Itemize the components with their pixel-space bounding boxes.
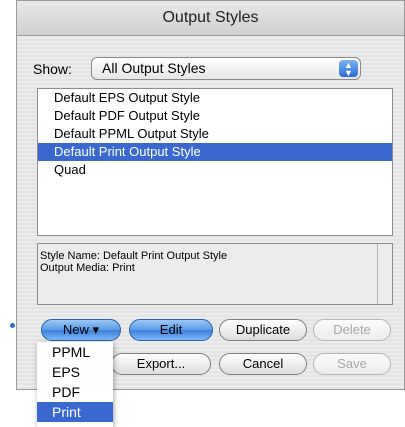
edit-button[interactable]: Edit	[129, 319, 213, 341]
output-styles-window: Output Styles Show: All Output Styles ▲ ▼…	[16, 0, 405, 390]
menu-item-print[interactable]: Print	[37, 402, 113, 422]
list-item[interactable]: Default EPS Output Style	[38, 89, 392, 107]
style-name-text: Style Name: Default Print Output Style	[40, 250, 228, 262]
focus-dot-icon	[10, 323, 15, 328]
cancel-button[interactable]: Cancel	[219, 353, 307, 375]
list-item[interactable]: Default PDF Output Style	[38, 107, 392, 125]
menu-item-ppml[interactable]: PPML	[37, 342, 113, 362]
new-button[interactable]: New ▾	[41, 319, 121, 341]
style-info-text: Style Name: Default Print Output Style O…	[38, 244, 378, 304]
show-popup-value: All Output Styles	[102, 60, 206, 76]
list-item[interactable]: Default PPML Output Style	[38, 125, 392, 143]
menu-item-pdf[interactable]: PDF	[37, 382, 113, 402]
list-item[interactable]: Quad	[38, 161, 392, 179]
delete-button[interactable]: Delete	[313, 319, 391, 341]
show-label: Show:	[33, 61, 72, 77]
export-button[interactable]: Export...	[111, 353, 211, 375]
output-styles-list[interactable]: Default EPS Output Style Default PDF Out…	[37, 88, 393, 236]
new-dropdown-menu: PPML EPS PDF Print	[37, 342, 113, 427]
popup-arrows-icon: ▲ ▼	[339, 60, 358, 78]
save-button[interactable]: Save	[313, 353, 391, 375]
window-title: Output Styles	[17, 1, 404, 36]
menu-item-eps[interactable]: EPS	[37, 362, 113, 382]
style-info-box: Style Name: Default Print Output Style O…	[37, 243, 393, 305]
show-popup[interactable]: All Output Styles ▲ ▼	[91, 57, 361, 80]
output-media-text: Output Media: Print	[40, 262, 135, 274]
duplicate-button[interactable]: Duplicate	[219, 319, 307, 341]
list-item-selected[interactable]: Default Print Output Style	[38, 143, 392, 161]
